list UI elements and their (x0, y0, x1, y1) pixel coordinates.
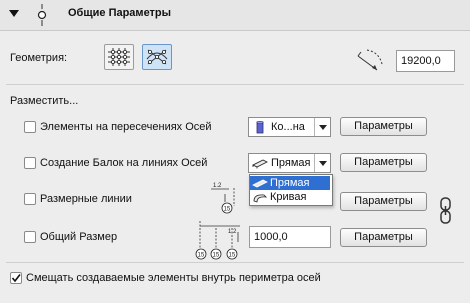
orthogonal-grid-toggle[interactable] (104, 44, 134, 70)
create-beams-label: Создание Балок на линиях Осей (40, 157, 208, 169)
dimension-params-button[interactable]: Параметры (340, 192, 427, 211)
offset-elements-checkbox[interactable] (10, 272, 22, 284)
overall-dimension-icon: 1.2 15 15 15 (195, 221, 240, 260)
beam-shape-dropdown[interactable]: Прямая (248, 153, 331, 173)
overall-dimension-field[interactable]: 1000,0 (249, 226, 331, 248)
offset-elements-label: Смещать создаваемые элементы внутрь пери… (26, 272, 321, 284)
popup-option-curved[interactable]: Кривая (250, 190, 330, 204)
overall-dim-value-text: 1.2 (228, 229, 237, 235)
chevron-down-icon (314, 154, 330, 172)
section-divider (6, 262, 464, 263)
dimension-line-icon: 1.2 15 (211, 183, 235, 214)
geometry-label: Геометрия: (10, 52, 68, 64)
place-label: Разместить... (10, 95, 79, 107)
grid-size-field[interactable]: 19200,0 (396, 50, 455, 72)
section-divider (6, 84, 464, 85)
checkmark-icon (11, 274, 21, 283)
overall-dim-marker-3: 15 (229, 253, 236, 259)
overall-dimension-params-button[interactable]: Параметры (340, 228, 427, 247)
elements-params-button[interactable]: Параметры (340, 117, 427, 136)
popup-option-curved-label: Кривая (270, 191, 307, 203)
popup-option-straight[interactable]: Прямая (250, 176, 330, 190)
straight-beam-icon (252, 179, 268, 188)
link-chain-icon[interactable] (438, 196, 454, 226)
popup-option-straight-label: Прямая (270, 177, 310, 189)
chevron-down-icon (314, 118, 330, 136)
radial-grid-icon (146, 49, 168, 65)
place-elements-checkbox[interactable] (24, 121, 36, 133)
radial-grid-toggle[interactable] (142, 44, 172, 70)
column-icon (256, 121, 264, 134)
dimension-lines-label: Размерные линии (40, 193, 132, 205)
beams-params-button[interactable]: Параметры (340, 153, 427, 172)
panel-marker-icon (37, 4, 47, 26)
dimension-lines-checkbox[interactable] (24, 193, 36, 205)
orthogonal-grid-icon (108, 48, 130, 66)
curved-beam-icon (253, 194, 268, 203)
beam-shape-popup: Прямая Кривая (249, 174, 333, 206)
element-type-value: Ко...на (271, 121, 305, 133)
create-beams-checkbox[interactable] (24, 157, 36, 169)
dim-marker-text: 15 (224, 207, 231, 213)
place-elements-label: Элементы на пересечениях Осей (40, 121, 212, 133)
beam-shape-value: Прямая (271, 157, 311, 169)
straight-beam-icon (252, 159, 268, 169)
panel-title: Общие Параметры (68, 7, 172, 19)
overall-dimension-checkbox[interactable] (24, 231, 36, 243)
dim-value-text: 1.2 (213, 183, 222, 189)
overall-dim-marker-1: 15 (198, 253, 205, 259)
overall-dim-marker-2: 15 (213, 253, 220, 259)
overall-dimension-label: Общий Размер (40, 231, 118, 243)
element-type-dropdown[interactable]: Ко...на (248, 117, 331, 137)
collapse-triangle-icon[interactable] (9, 10, 19, 17)
grid-size-icon (357, 49, 383, 71)
